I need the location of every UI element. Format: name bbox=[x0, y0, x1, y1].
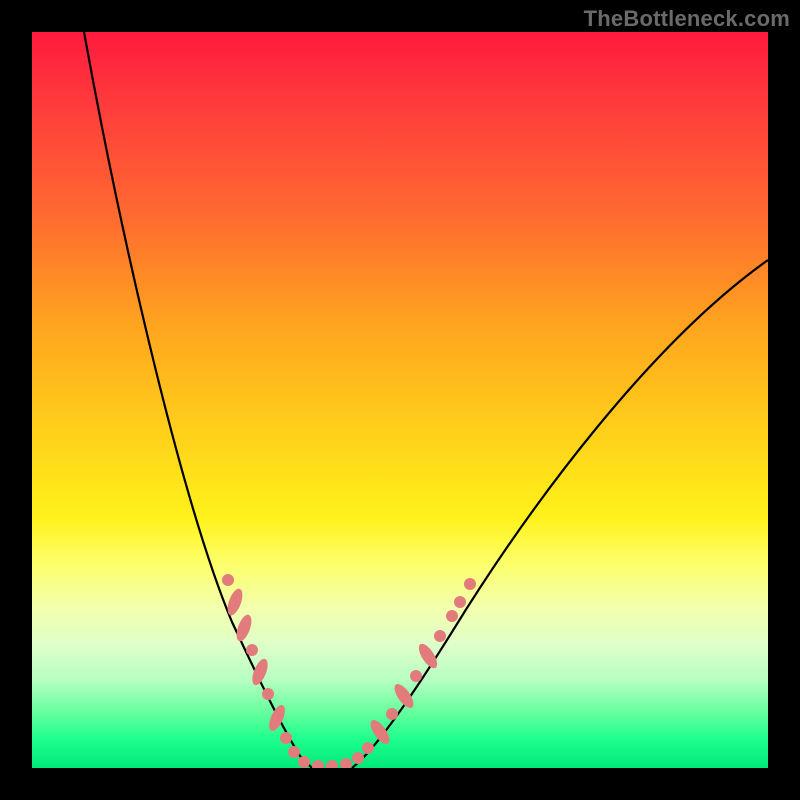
watermark-text: TheBottleneck.com bbox=[584, 6, 790, 32]
data-marker bbox=[234, 613, 255, 643]
data-marker bbox=[340, 758, 352, 768]
data-marker bbox=[298, 756, 310, 768]
curve-right bbox=[352, 260, 768, 768]
data-marker bbox=[367, 717, 393, 747]
data-marker bbox=[262, 688, 274, 700]
curve-left bbox=[84, 32, 312, 768]
data-marker bbox=[434, 630, 446, 642]
data-marker bbox=[362, 742, 374, 754]
data-marker bbox=[326, 760, 338, 768]
data-marker bbox=[410, 670, 422, 682]
data-marker bbox=[464, 578, 476, 590]
data-marker bbox=[249, 657, 271, 687]
plot-area bbox=[32, 32, 768, 768]
data-marker bbox=[222, 574, 234, 586]
data-marker bbox=[454, 596, 466, 608]
data-marker bbox=[312, 760, 324, 768]
data-marker bbox=[246, 644, 258, 656]
data-marker bbox=[446, 610, 458, 622]
chart-frame: TheBottleneck.com bbox=[0, 0, 800, 800]
data-markers bbox=[222, 574, 476, 768]
data-marker bbox=[280, 732, 292, 744]
data-marker bbox=[288, 746, 300, 758]
chart-svg bbox=[32, 32, 768, 768]
data-marker bbox=[386, 708, 398, 720]
data-marker bbox=[352, 752, 364, 764]
